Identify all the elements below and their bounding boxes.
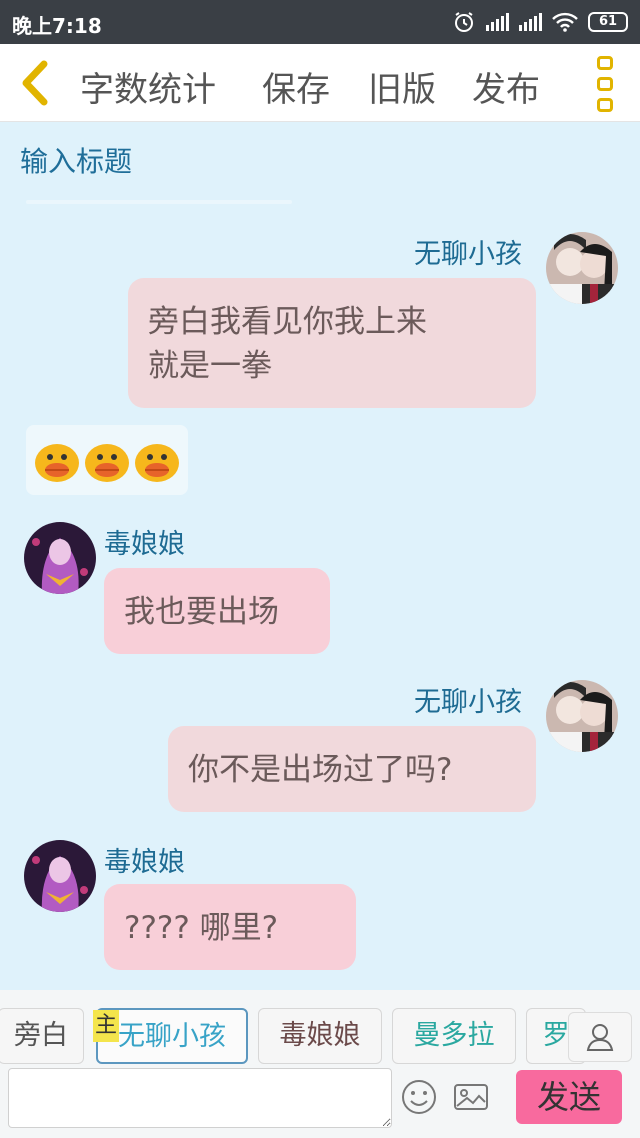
person-icon	[586, 1024, 614, 1051]
status-icons: 61	[452, 8, 628, 36]
message-bubble[interactable]: 我也要出场	[104, 568, 330, 654]
alarm-icon	[455, 12, 473, 32]
more-menu-icon[interactable]	[594, 56, 616, 112]
save-button[interactable]: 保存	[262, 62, 330, 111]
title-underline	[26, 200, 292, 204]
role-chip[interactable]: 毒娘娘	[258, 1008, 382, 1064]
message-bubble[interactable]: ???? 哪里?	[104, 884, 356, 970]
emoji-icon[interactable]	[400, 1078, 438, 1116]
message-text-line: 就是一拳	[148, 348, 272, 384]
signal-icon	[519, 13, 542, 31]
message-text-line: 旁白我看见你我上来	[148, 304, 427, 340]
manage-roles-button[interactable]	[568, 1012, 632, 1062]
send-button[interactable]: 发送	[516, 1070, 622, 1124]
title-input[interactable]: 输入标题	[20, 140, 132, 180]
message-text: ???? 哪里?	[124, 910, 279, 946]
editor-toolbar: 字数统计 保存 旧版 发布	[0, 44, 640, 122]
avatar[interactable]	[546, 680, 618, 752]
publish-button[interactable]: 发布	[472, 62, 540, 111]
message-input[interactable]	[8, 1068, 392, 1128]
status-time: 晚上7:18	[12, 14, 102, 38]
wifi-icon	[552, 12, 578, 32]
status-bar: 晚上7:18 61	[0, 0, 640, 44]
duck-emoji-icon	[85, 444, 129, 482]
speaker-name: 毒娘娘	[104, 529, 185, 560]
emoji-message[interactable]	[26, 425, 188, 495]
role-chip[interactable]: 曼多拉	[392, 1008, 516, 1064]
avatar[interactable]	[24, 840, 96, 912]
message-text: 我也要出场	[124, 594, 279, 630]
message-bubble[interactable]: 旁白我看见你我上来 就是一拳	[128, 278, 536, 408]
back-icon[interactable]	[14, 58, 54, 108]
speaker-name: 无聊小孩	[414, 687, 522, 718]
main-role-badge: 主	[93, 1010, 119, 1042]
word-count-button[interactable]: 字数统计	[80, 62, 216, 111]
signal-icon	[486, 13, 509, 31]
speaker-name: 无聊小孩	[414, 239, 522, 270]
message-bubble[interactable]: 你不是出场过了吗?	[168, 726, 536, 812]
role-chip[interactable]: 旁白	[0, 1008, 84, 1064]
speaker-name: 毒娘娘	[104, 847, 185, 878]
avatar[interactable]	[24, 522, 96, 594]
message-text: 你不是出场过了吗?	[188, 752, 453, 788]
duck-emoji-icon	[135, 444, 179, 482]
duck-emoji-icon	[35, 444, 79, 482]
image-icon[interactable]	[452, 1078, 490, 1116]
avatar[interactable]	[546, 232, 618, 304]
old-version-button[interactable]: 旧版	[368, 62, 436, 111]
battery-icon: 61	[588, 12, 628, 32]
